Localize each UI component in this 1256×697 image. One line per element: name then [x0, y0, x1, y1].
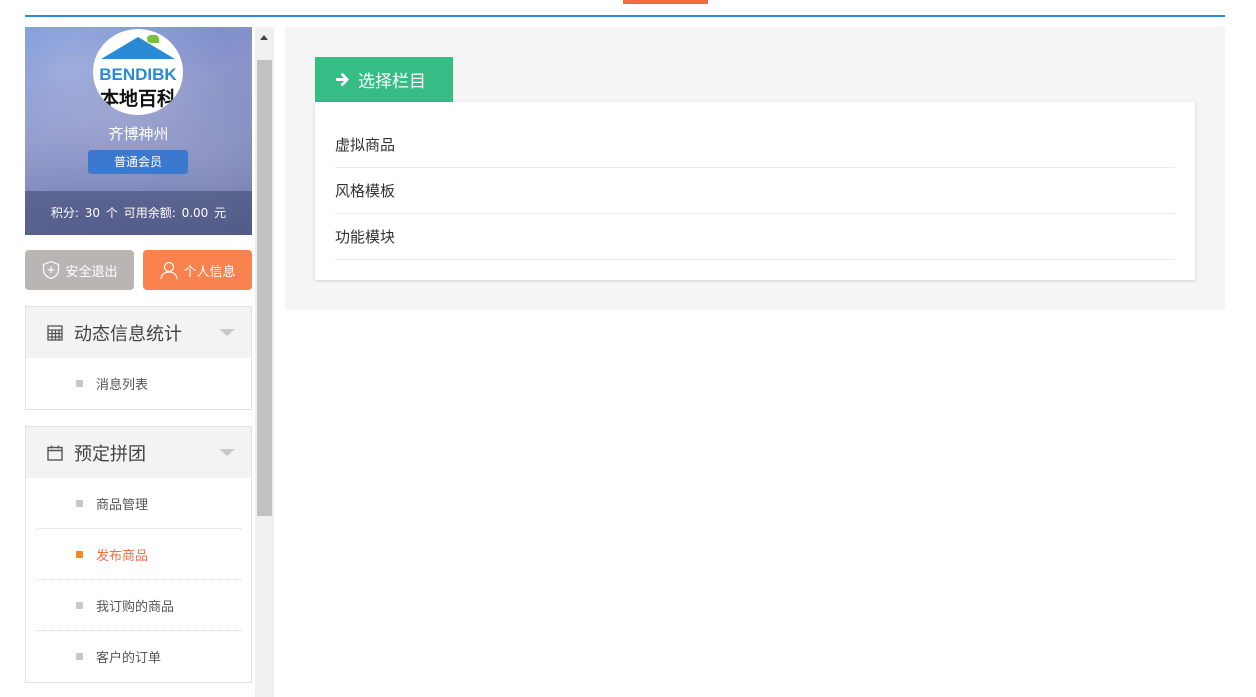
menu-item-message-list[interactable]: 消息列表 [36, 358, 241, 409]
stats-menu-panel: 动态信息统计 消息列表 [25, 306, 252, 410]
sidebar-scrollbar[interactable] [255, 27, 274, 697]
points-unit: 个 [105, 206, 118, 220]
bullet-icon [76, 500, 83, 507]
arrow-right-icon [336, 72, 349, 87]
scroll-up-arrow-icon[interactable] [260, 35, 268, 40]
balance-bar: 积分: 30 个 可用余额: 0.00 元 [25, 191, 252, 235]
logout-label: 安全退出 [65, 264, 118, 280]
logo-leaf-shape [147, 35, 159, 43]
points-value: 30 [84, 206, 101, 220]
active-top-tab-indicator[interactable] [623, 0, 708, 4]
chevron-down-icon[interactable] [219, 449, 235, 456]
logo-text-cn: 本地百科 [99, 88, 176, 110]
main-content: 选择栏目 虚拟商品 风格模板 功能模块 [285, 27, 1225, 310]
user-icon [160, 261, 179, 280]
stats-menu-header[interactable]: 动态信息统计 [26, 307, 251, 358]
scroll-thumb[interactable] [257, 60, 272, 516]
category-function-modules[interactable]: 功能模块 [335, 214, 1175, 260]
chevron-down-icon[interactable] [219, 329, 235, 336]
stats-menu-title: 动态信息统计 [74, 323, 182, 345]
menu-item-publish-product[interactable]: 发布商品 [36, 529, 241, 580]
bullet-icon [76, 602, 83, 609]
balance-unit: 元 [214, 206, 227, 220]
balance-label: 可用余额: [123, 206, 176, 220]
menu-item-my-orders[interactable]: 我订购的商品 [36, 580, 241, 631]
logo-text-en: BENDIBK [99, 65, 177, 84]
groupbuy-menu-header[interactable]: 预定拼团 [26, 427, 251, 478]
profile-button[interactable]: 个人信息 [143, 250, 252, 290]
section-title: 选择栏目 [358, 72, 426, 92]
menu-item-label: 消息列表 [96, 378, 149, 393]
member-level-badge: 普通会员 [88, 150, 188, 174]
balance-value: 0.00 [181, 206, 209, 220]
logo-roof-shape [101, 37, 175, 59]
groupbuy-menu-panel: 预定拼团 商品管理 发布商品 我订购的商品 客户的订单 [25, 426, 252, 683]
shield-plus-icon [43, 260, 60, 280]
menu-item-label: 我订购的商品 [96, 599, 175, 615]
menu-item-label: 客户的订单 [96, 651, 162, 666]
bullet-icon [76, 653, 83, 660]
calendar-icon [47, 445, 63, 461]
category-style-templates[interactable]: 风格模板 [335, 168, 1175, 214]
bullet-icon [76, 551, 83, 558]
section-title-tag: 选择栏目 [315, 57, 453, 102]
calculator-icon [47, 324, 63, 341]
menu-item-label: 发布商品 [96, 548, 149, 564]
category-virtual-goods[interactable]: 虚拟商品 [335, 122, 1175, 168]
menu-item-product-management[interactable]: 商品管理 [36, 478, 241, 529]
menu-item-label: 商品管理 [96, 497, 149, 513]
bullet-icon [76, 380, 83, 387]
category-list: 虚拟商品 风格模板 功能模块 [315, 102, 1195, 280]
top-divider [25, 15, 1225, 17]
logout-button[interactable]: 安全退出 [25, 250, 134, 290]
profile-label: 个人信息 [183, 264, 236, 280]
groupbuy-menu-title: 预定拼团 [74, 443, 146, 465]
menu-item-customer-orders[interactable]: 客户的订单 [36, 631, 241, 682]
points-label: 积分: [50, 206, 79, 220]
username: 齐博神州 [108, 125, 169, 143]
profile-card: BENDIBK 本地百科 齐博神州 普通会员 积分: 30 个 可用余额: 0.… [25, 27, 252, 235]
avatar[interactable]: BENDIBK 本地百科 [93, 29, 183, 115]
